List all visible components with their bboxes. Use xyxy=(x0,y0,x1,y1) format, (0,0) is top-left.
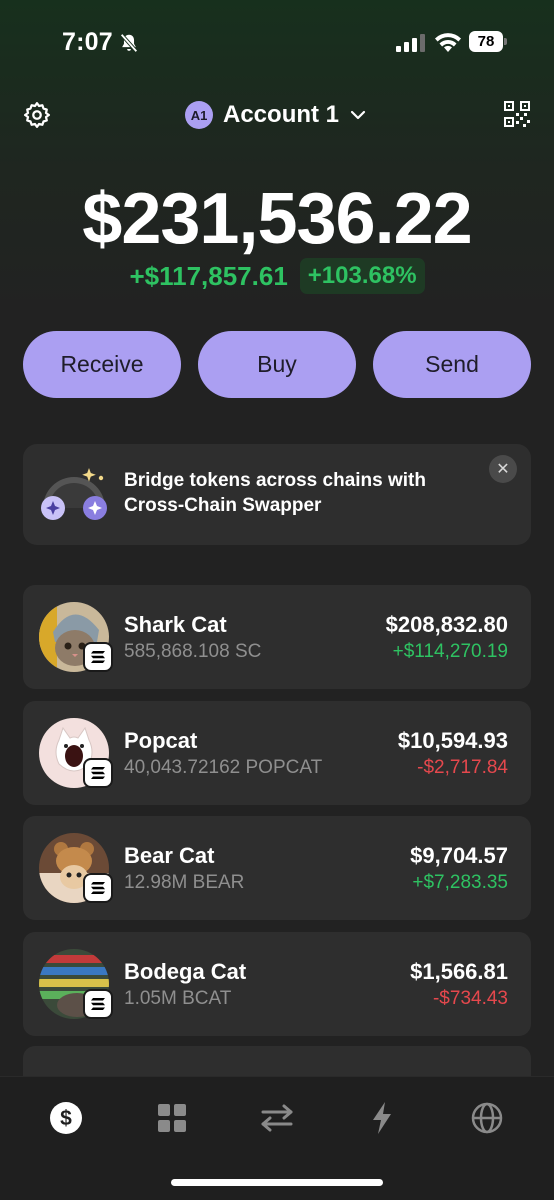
account-switcher[interactable]: A1 Account 1 xyxy=(185,99,367,131)
solana-chain-icon xyxy=(83,642,113,672)
promo-banner[interactable]: Bridge tokens across chains with Cross-C… xyxy=(23,444,531,545)
token-row-popcat[interactable]: Popcat 40,043.72162 POPCAT $10,594.93 -$… xyxy=(23,701,531,805)
status-bar: 7:07 78 xyxy=(0,0,554,80)
token-name: Popcat xyxy=(124,728,198,753)
chevron-down-icon xyxy=(350,110,366,120)
token-amount: 40,043.72162 POPCAT xyxy=(124,757,323,778)
dollar-icon: $ xyxy=(50,1102,82,1134)
token-value: $9,704.57 xyxy=(410,843,508,868)
settings-gear-icon[interactable] xyxy=(22,100,52,130)
svg-text:$: $ xyxy=(60,1107,72,1130)
account-name: Account 1 xyxy=(223,101,340,128)
nav-home-tab[interactable]: $ xyxy=(38,1090,94,1146)
token-pnl: -$2,717.84 xyxy=(417,757,508,778)
action-buttons: Receive Buy Send xyxy=(23,331,531,398)
status-time: 7:07 xyxy=(62,28,113,56)
solana-chain-icon xyxy=(83,989,113,1019)
token-name: Bear Cat xyxy=(124,843,215,868)
bridge-chains-icon xyxy=(41,468,107,520)
token-pnl: +$114,270.19 xyxy=(392,641,508,662)
portfolio-balance: $231,536.22 xyxy=(82,179,472,259)
close-icon[interactable]: ✕ xyxy=(489,455,517,483)
nav-explore-tab[interactable] xyxy=(459,1090,515,1146)
change-percent-badge: +103.68% xyxy=(299,258,425,294)
token-row-shark-cat[interactable]: Shark Cat 585,868.108 SC $208,832.80 +$1… xyxy=(23,585,531,689)
token-pnl: +$7,283.35 xyxy=(412,872,508,893)
token-name: Bodega Cat xyxy=(124,959,247,984)
home-indicator[interactable] xyxy=(171,1179,383,1186)
token-row-bear-cat[interactable]: Bear Cat 12.98M BEAR $9,704.57 +$7,283.3… xyxy=(23,816,531,920)
lightning-icon xyxy=(373,1102,391,1134)
bottom-nav: $ xyxy=(0,1090,554,1150)
solana-chain-icon xyxy=(83,758,113,788)
wifi-icon xyxy=(435,33,461,52)
signal-icon xyxy=(396,34,425,52)
account-avatar: A1 xyxy=(185,101,213,129)
token-name: Shark Cat xyxy=(124,612,227,637)
portfolio-change: +$117,857.61 +103.68% xyxy=(0,258,554,294)
nav-activity-tab[interactable] xyxy=(354,1090,410,1146)
battery-level: 78 xyxy=(469,31,503,52)
banner-text: Bridge tokens across chains with Cross-C… xyxy=(124,470,426,516)
grid-icon xyxy=(158,1104,186,1132)
token-row-bodega-cat[interactable]: Bodega Cat 1.05M BCAT $1,566.81 -$734.43 xyxy=(23,932,531,1036)
token-amount: 12.98M BEAR xyxy=(124,872,245,893)
token-amount: 585,868.108 SC xyxy=(124,641,262,662)
nav-swap-tab[interactable] xyxy=(249,1090,305,1146)
globe-icon xyxy=(471,1102,503,1134)
swap-icon xyxy=(261,1104,293,1132)
solana-chain-icon xyxy=(83,873,113,903)
bell-muted-icon xyxy=(120,33,138,53)
buy-button[interactable]: Buy xyxy=(198,331,356,398)
token-amount: 1.05M BCAT xyxy=(124,988,232,1009)
battery-icon: 78 xyxy=(469,31,509,52)
send-button[interactable]: Send xyxy=(373,331,531,398)
nav-collectibles-tab[interactable] xyxy=(144,1090,200,1146)
qr-code-icon[interactable] xyxy=(504,101,530,127)
change-amount: +$117,857.61 xyxy=(129,260,288,291)
token-value: $1,566.81 xyxy=(410,959,508,984)
token-pnl: -$734.43 xyxy=(432,988,508,1009)
token-value: $208,832.80 xyxy=(385,612,508,637)
receive-button[interactable]: Receive xyxy=(23,331,181,398)
token-value: $10,594.93 xyxy=(397,728,508,753)
